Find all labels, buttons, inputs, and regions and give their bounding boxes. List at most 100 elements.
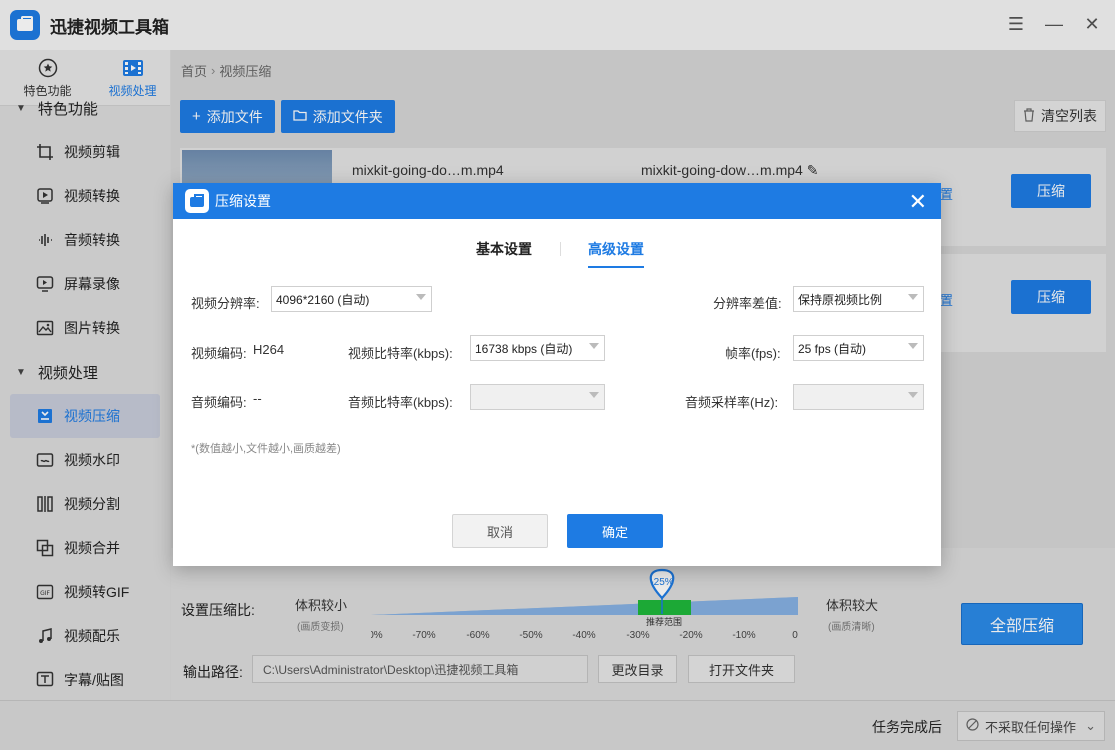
dropdown-arrow-icon	[589, 343, 599, 349]
caret-down-icon: ▼	[16, 366, 26, 378]
trash-icon	[1023, 107, 1035, 125]
image-icon	[36, 319, 54, 337]
sidebar-item-video-edit[interactable]: 视频剪辑	[0, 130, 170, 174]
dialog-title: 压缩设置	[215, 193, 271, 209]
sidebar-item-video-convert[interactable]: 视频转换	[0, 174, 170, 218]
small-volume-label: 体积较小	[295, 598, 348, 613]
close-icon[interactable]: ✕	[1081, 12, 1103, 36]
output-name-text: mixkit-going-dow…m.mp4	[641, 162, 803, 178]
sidebar-item-label: 图片转换	[64, 320, 120, 336]
crop-icon	[36, 143, 54, 161]
toolbox-logo-icon	[185, 189, 209, 213]
video-bitrate-value: 16738 kbps (自动)	[475, 341, 573, 356]
sidebar-item-video-compress[interactable]: 视频压缩	[10, 394, 160, 438]
group-feature[interactable]: ▼ 特色功能	[0, 86, 170, 130]
settings-link[interactable]: 置	[940, 184, 953, 203]
video-bitrate-select[interactable]: 16738 kbps (自动)	[470, 335, 605, 361]
screen-record-icon	[36, 275, 54, 293]
sidebar-item-label: 视频配乐	[64, 628, 120, 644]
dialog-header: 压缩设置 ✕	[173, 183, 941, 219]
settings-link[interactable]: 置	[940, 290, 953, 309]
ratio-label: 设置压缩比:	[181, 602, 255, 618]
resolution-label: 视频分辨率:	[191, 296, 260, 311]
video-convert-icon	[36, 187, 54, 205]
sidebar-item-image-convert[interactable]: 图片转换	[0, 306, 170, 350]
minimize-icon[interactable]: —	[1043, 12, 1065, 36]
gif-icon: GIF	[36, 583, 54, 601]
add-file-button[interactable]: + 添加文件	[180, 100, 275, 133]
sidebar-item-video-watermark[interactable]: 视频水印	[0, 438, 170, 482]
ok-button[interactable]: 确定	[567, 514, 663, 548]
tab-basic-settings[interactable]: 基本设置	[476, 239, 532, 266]
dropdown-arrow-icon	[908, 294, 918, 300]
resolution-diff-select[interactable]: 保持原视频比例	[793, 286, 924, 312]
video-bitrate-label: 视频比特率(kbps):	[348, 346, 453, 361]
sidebar: 特色功能 视频处理 ▼ 特色功能 视频剪辑 视频转换 音频转换 屏幕录像 图片转…	[0, 50, 170, 700]
merge-icon	[36, 539, 54, 557]
sidebar-item-label: 视频转GIF	[64, 584, 130, 600]
split-icon	[36, 495, 54, 513]
file-name: mixkit-going-do…m.mp4	[352, 162, 504, 178]
group-feature-label: 特色功能	[37, 100, 98, 118]
compress-icon	[36, 407, 54, 425]
sample-rate-select[interactable]	[793, 384, 924, 410]
change-dir-button[interactable]: 更改目录	[598, 655, 677, 683]
compress-button[interactable]: 压缩	[1011, 174, 1091, 208]
dropdown-arrow-icon	[416, 294, 426, 300]
output-name[interactable]: mixkit-going-dow…m.mp4 ✎	[641, 162, 818, 179]
compress-all-button[interactable]: 全部压缩	[961, 603, 1083, 645]
group-video[interactable]: ▼ 视频处理	[0, 350, 170, 394]
fps-select[interactable]: 25 fps (自动)	[793, 335, 924, 361]
svg-text:GIF: GIF	[40, 590, 50, 597]
tab-divider	[560, 242, 561, 256]
sidebar-item-video-split[interactable]: 视频分割	[0, 482, 170, 526]
status-bar: 任务完成后 不采取任何操作 ⌄	[0, 700, 1115, 750]
compress-ratio-slider[interactable]: -25% 推荐范围 -80% -70% -60% -50% -40% -30% …	[359, 568, 801, 648]
resolution-select[interactable]: 4096*2160 (自动)	[271, 286, 432, 312]
sidebar-item-video-merge[interactable]: 视频合并	[0, 526, 170, 570]
resolution-value: 4096*2160 (自动)	[276, 292, 370, 307]
sidebar-item-label: 视频剪辑	[64, 144, 120, 160]
sidebar-item-screen-record[interactable]: 屏幕录像	[0, 262, 170, 306]
sidebar-item-audio-convert[interactable]: 音频转换	[0, 218, 170, 262]
sidebar-item-video-music[interactable]: 视频配乐	[0, 614, 170, 658]
tick-label: -20%	[679, 630, 702, 641]
open-folder-button[interactable]: 打开文件夹	[688, 655, 795, 683]
clear-list-button[interactable]: 清空列表	[1014, 100, 1106, 132]
add-folder-button[interactable]: 添加文件夹	[280, 100, 395, 133]
audio-codec-label: 音频编码:	[191, 395, 247, 410]
menu-icon[interactable]: ☰	[1005, 12, 1027, 36]
recommend-label: 推荐范围	[646, 616, 682, 627]
dropdown-arrow-icon	[589, 392, 599, 398]
music-icon	[36, 627, 54, 645]
toolbox-logo-icon	[10, 10, 40, 40]
app-title: 迅捷视频工具箱	[50, 17, 169, 37]
sidebar-item-label: 视频转换	[64, 188, 120, 204]
tick-label: -70%	[412, 630, 435, 641]
breadcrumb: 首页 › 视频压缩	[171, 50, 1115, 90]
tab-advanced-settings[interactable]: 高级设置	[588, 239, 644, 268]
big-volume-sub: (画质清晰)	[828, 622, 875, 633]
compress-button[interactable]: 压缩	[1011, 280, 1091, 314]
dropdown-arrow-icon	[908, 392, 918, 398]
edit-pencil-icon[interactable]: ✎	[807, 162, 819, 178]
sidebar-item-subtitle[interactable]: 字幕/贴图	[0, 658, 170, 700]
close-icon[interactable]: ✕	[909, 189, 927, 215]
add-folder-label: 添加文件夹	[312, 108, 383, 125]
tick-label: -50%	[519, 630, 542, 641]
chevron-right-icon: ›	[211, 62, 216, 78]
sidebar-item-label: 屏幕录像	[64, 276, 120, 292]
sidebar-item-label: 音频转换	[64, 232, 120, 248]
breadcrumb-home[interactable]: 首页	[181, 61, 207, 80]
compress-settings-dialog: 压缩设置 ✕ 基本设置 高级设置 视频分辨率: 4096*2160 (自动) 分…	[173, 183, 941, 566]
audio-bitrate-select[interactable]	[470, 384, 605, 410]
after-task-select[interactable]: 不采取任何操作 ⌄	[957, 711, 1105, 741]
audio-wave-icon	[36, 231, 54, 249]
video-codec-label: 视频编码:	[191, 346, 247, 361]
sidebar-item-video-gif[interactable]: GIF 视频转GIF	[0, 570, 170, 614]
audio-bitrate-label: 音频比特率(kbps):	[348, 395, 453, 410]
output-path-field[interactable]: C:\Users\Administrator\Desktop\迅捷视频工具箱	[252, 655, 588, 683]
cancel-button[interactable]: 取消	[452, 514, 548, 548]
fps-value: 25 fps (自动)	[798, 341, 867, 356]
add-file-label: 添加文件	[206, 108, 263, 125]
